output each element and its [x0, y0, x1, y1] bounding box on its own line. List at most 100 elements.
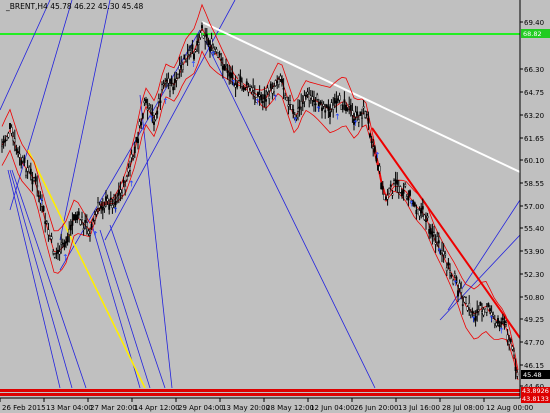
candle-body — [247, 86, 250, 93]
candle-body — [505, 322, 507, 325]
candle-body — [409, 190, 411, 196]
candle-body — [471, 311, 474, 314]
candle-body — [417, 208, 419, 215]
time-tick-label: 13 May 20:00 — [222, 404, 270, 412]
candle-body — [389, 184, 392, 187]
candle-body — [61, 242, 64, 245]
plot-area[interactable] — [0, 0, 520, 398]
candle-body — [340, 104, 343, 110]
price-axis[interactable]: 69.40 66.30 64.75 63.20 61.65 60.10 58.55 57.00… — [519, 0, 550, 413]
candle-body — [87, 230, 90, 234]
candle-body — [313, 100, 315, 103]
arrow-up-fractal-icon: ↑ — [272, 93, 279, 102]
candle-body — [161, 84, 163, 90]
candle-body — [444, 253, 447, 256]
candle-body — [239, 76, 242, 82]
candle-body — [31, 179, 34, 185]
candle-body — [319, 101, 322, 104]
price-tag-last: 45.48 — [521, 370, 550, 379]
time-tick-label: 26 Jun 20:00 — [354, 404, 398, 412]
candle-body — [129, 166, 131, 171]
time-axis[interactable]: 26 Feb 2015 13 Mar 04:0027 Mar 20:0014 Ap… — [0, 397, 533, 412]
candle-body — [188, 50, 191, 55]
price-tick-label: 61.65 — [524, 135, 544, 143]
candle-body — [121, 192, 123, 196]
arrow-up-fractal-icon: ↑ — [470, 315, 477, 324]
candle-body — [66, 236, 69, 243]
candle-body — [21, 157, 24, 162]
candle-body — [89, 233, 91, 236]
candle-body — [242, 87, 245, 90]
candle-body — [428, 229, 431, 234]
candle-body — [468, 302, 471, 308]
candle-body — [183, 54, 186, 60]
candle-body — [138, 121, 141, 126]
candle-body — [370, 141, 373, 143]
candle-body — [127, 167, 130, 173]
candle-body — [236, 82, 239, 88]
arrow-up-fractal-icon: ↑ — [230, 78, 237, 87]
arrow-up-fractal-icon: ↑ — [374, 151, 381, 160]
candle-body — [119, 189, 122, 194]
candle-body — [204, 36, 207, 42]
candle-body — [25, 171, 27, 176]
candle-body — [434, 242, 437, 245]
candle-body — [229, 72, 232, 79]
window-title: _BRENT,H4 45.78 46.22 45.30 45.48 — [5, 2, 143, 11]
candle-body — [516, 372, 519, 377]
candle-body — [148, 105, 151, 108]
candle-body — [393, 180, 395, 184]
candle-body — [52, 251, 55, 254]
price-chart[interactable]: ↑↑↑↑↑↑↑↑↑↑↑ ↑↑↑↑↑↑↑↑↑↑ ↑↑ 69.4066.3064.756… — [0, 0, 550, 413]
candle-body — [476, 309, 479, 313]
candle-body — [172, 86, 175, 91]
candle-body — [421, 206, 424, 210]
candle-body — [223, 64, 226, 71]
time-tick-label: 13 Jul 16:00 — [398, 404, 440, 412]
candle-body — [85, 222, 88, 227]
time-tick-label: 14 Apr 12:00 — [134, 404, 180, 412]
candle-body — [2, 141, 5, 144]
candle-body — [5, 136, 8, 141]
candle-body — [265, 99, 267, 102]
candle-body — [114, 200, 117, 206]
arrow-up-fractal-icon: ↑ — [488, 315, 495, 324]
candle-body — [292, 109, 295, 114]
candle-body — [180, 65, 183, 68]
arrow-up-fractal-icon: ↑ — [210, 50, 217, 59]
price-tick-label: 50.80 — [524, 294, 544, 302]
candle-body — [501, 317, 504, 321]
candle-body — [7, 133, 10, 138]
candle-body — [354, 111, 357, 118]
candle-body — [137, 138, 139, 143]
candle-body — [159, 100, 162, 104]
candle-body — [266, 87, 269, 93]
candle-body — [297, 107, 299, 112]
candle-body — [135, 136, 138, 143]
candle-body — [308, 94, 311, 101]
candle-body — [260, 94, 263, 101]
candle-body — [74, 214, 77, 221]
candle-body — [82, 228, 85, 230]
candle-body — [418, 210, 421, 217]
candle-body — [210, 38, 213, 46]
candle-body — [380, 182, 383, 190]
candle-body — [497, 318, 499, 324]
candle-body — [356, 111, 359, 116]
arrow-up-fractal-icon: ↑ — [112, 206, 119, 215]
candle-body — [63, 242, 66, 247]
candle-body — [330, 102, 333, 109]
candle-body — [93, 214, 96, 221]
candle-body — [431, 231, 434, 237]
candle-body — [228, 73, 231, 77]
candle-body — [405, 196, 408, 199]
candle-body — [466, 306, 469, 311]
candle-body — [335, 100, 338, 104]
arrow-up-fractal-icon: ↑ — [254, 98, 261, 107]
candle-body — [322, 103, 325, 107]
candle-body — [333, 98, 336, 104]
candle-body — [463, 296, 466, 303]
candle-body — [495, 322, 498, 327]
price-tick-label: 58.55 — [524, 180, 544, 188]
candle-body — [345, 104, 347, 112]
